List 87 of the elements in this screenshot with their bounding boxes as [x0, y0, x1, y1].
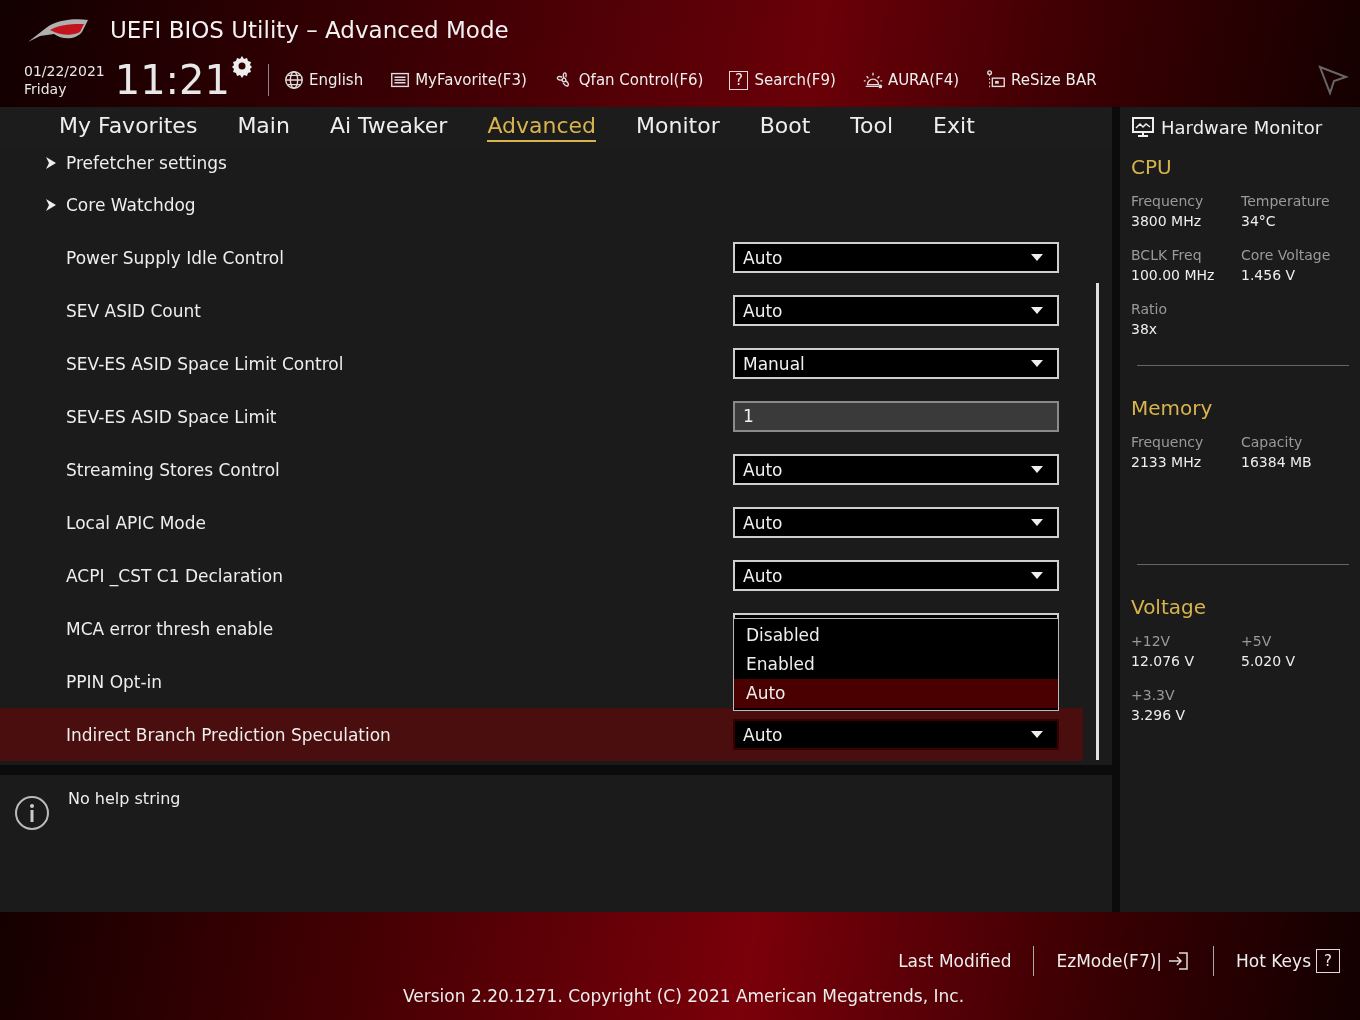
section-title: CPU — [1131, 155, 1173, 179]
caret-icon — [1031, 519, 1043, 526]
caret-icon — [1031, 572, 1043, 579]
stat-value: 100.00 MHz — [1131, 267, 1216, 283]
submenu-arrow-icon — [46, 157, 56, 169]
setting-label: SEV-ES ASID Space Limit — [66, 406, 278, 427]
caret-icon — [1031, 360, 1043, 367]
stat-value: 38x — [1131, 321, 1159, 337]
help-key-icon: ? — [1316, 949, 1340, 973]
stat-value: 1.456 V — [1241, 267, 1297, 283]
stat-label: Core Voltage — [1241, 247, 1332, 263]
stat-value: 12.076 V — [1131, 653, 1195, 669]
toolbar-button[interactable]: ReSize BAR — [985, 69, 1097, 91]
setting-label: PPIN Opt-in — [66, 671, 164, 692]
submenu-arrow-icon — [46, 198, 56, 211]
version-text: Version 2.20.1271. Copyright (C) 2021 American Megatrends, Inc. — [402, 985, 966, 1006]
stat-label: +12V — [1131, 633, 1172, 649]
menu-tab[interactable]: Ai Tweaker — [329, 113, 448, 142]
footer-button[interactable]: EzMode(F7)| — [1056, 949, 1192, 973]
footer-button[interactable]: Hot Keys ? — [1236, 949, 1342, 973]
dropdown-field[interactable]: Auto — [733, 454, 1059, 485]
section-title: Voltage — [1131, 595, 1208, 619]
menu-tab[interactable]: Monitor — [636, 113, 720, 142]
scrollbar[interactable] — [1096, 283, 1099, 760]
input-field[interactable]: 1 — [733, 401, 1059, 432]
setting-label: ACPI _CST C1 Declaration — [66, 565, 284, 586]
caret-icon — [1031, 466, 1043, 473]
menu-tab[interactable]: Advanced — [487, 113, 597, 142]
stat-label: +3.3V — [1131, 687, 1176, 703]
clock-time: 11:21 — [114, 60, 230, 100]
toolbar-button[interactable]: MyFavorite(F3) — [389, 69, 527, 91]
window-title: UEFI BIOS Utility – Advanced Mode — [110, 17, 509, 43]
dropdown-option[interactable]: Disabled — [734, 621, 1058, 650]
submenu-link[interactable]: Prefetcher settings — [66, 153, 1059, 173]
menu-tab[interactable]: Tool — [850, 113, 894, 142]
globe-icon — [283, 69, 305, 91]
stat-label: Frequency — [1131, 434, 1205, 450]
caret-icon — [1031, 307, 1043, 314]
stat-label: BCLK Freq — [1131, 247, 1203, 263]
stat-label: +5V — [1241, 633, 1273, 649]
stat-label: Capacity — [1241, 434, 1304, 450]
toolbar-button[interactable]: AURA(F4) — [861, 69, 960, 91]
setting-label: MCA error thresh enable — [66, 618, 275, 639]
section-title: Memory — [1131, 396, 1214, 420]
info-icon — [14, 795, 50, 831]
menu-tab[interactable]: Main — [237, 113, 290, 142]
stat-value: 5.020 V — [1241, 653, 1297, 669]
dropdown-option[interactable]: Enabled — [734, 650, 1058, 679]
dropdown-field[interactable]: Auto — [733, 560, 1059, 591]
date-text: 01/22/2021 — [24, 62, 105, 80]
footer-button[interactable]: Last Modified — [898, 951, 1012, 971]
setting-label: Indirect Branch Prediction Speculation — [66, 724, 392, 745]
dropdown-field[interactable]: Auto — [733, 719, 1059, 750]
dropdown-field[interactable]: Auto — [733, 295, 1059, 326]
help-text: No help string — [68, 789, 181, 808]
help-key-icon: ? — [729, 70, 749, 90]
pointer-icon — [1316, 63, 1350, 97]
setting-label: SEV-ES ASID Space Limit Control — [66, 353, 345, 374]
caret-icon — [1031, 254, 1043, 261]
submenu-link[interactable]: Core Watchdog — [66, 194, 1059, 215]
dropdown-field[interactable]: Manual — [733, 348, 1059, 379]
menu-tab[interactable]: Exit — [933, 113, 975, 142]
menu-tab[interactable]: Boot — [759, 113, 811, 142]
stat-label: Temperature — [1241, 193, 1331, 209]
stat-value: 16384 MB — [1241, 454, 1313, 470]
menu-tab[interactable]: My Favorites — [59, 113, 198, 142]
setting-label: Streaming Stores Control — [66, 459, 281, 480]
stat-value: 34°C — [1241, 213, 1277, 229]
stat-value: 3800 MHz — [1131, 213, 1203, 229]
panel-title: Hardware Monitor — [1161, 116, 1323, 138]
stat-label: Ratio — [1131, 301, 1168, 317]
setting-label: Local APIC Mode — [66, 512, 207, 533]
dropdown-field[interactable]: Auto — [733, 242, 1059, 273]
toolbar-button[interactable]: Qfan Control(F6) — [552, 69, 704, 91]
dropdown-option[interactable]: Auto — [734, 679, 1058, 708]
toolbar-button[interactable]: ? Search(F9) — [729, 69, 836, 91]
stat-value: 3.296 V — [1131, 707, 1187, 723]
caret-icon — [1031, 731, 1043, 738]
settings-icon[interactable] — [230, 54, 254, 78]
setting-label: Power Supply Idle Control — [66, 247, 285, 268]
monitor-icon — [1131, 115, 1155, 139]
day-text: Friday — [24, 80, 68, 98]
stat-value: 2133 MHz — [1131, 454, 1203, 470]
setting-label: SEV ASID Count — [66, 300, 202, 321]
stat-label: Frequency — [1131, 193, 1205, 209]
dropdown-field[interactable]: Auto — [733, 507, 1059, 538]
toolbar-button[interactable]: English — [283, 69, 364, 91]
